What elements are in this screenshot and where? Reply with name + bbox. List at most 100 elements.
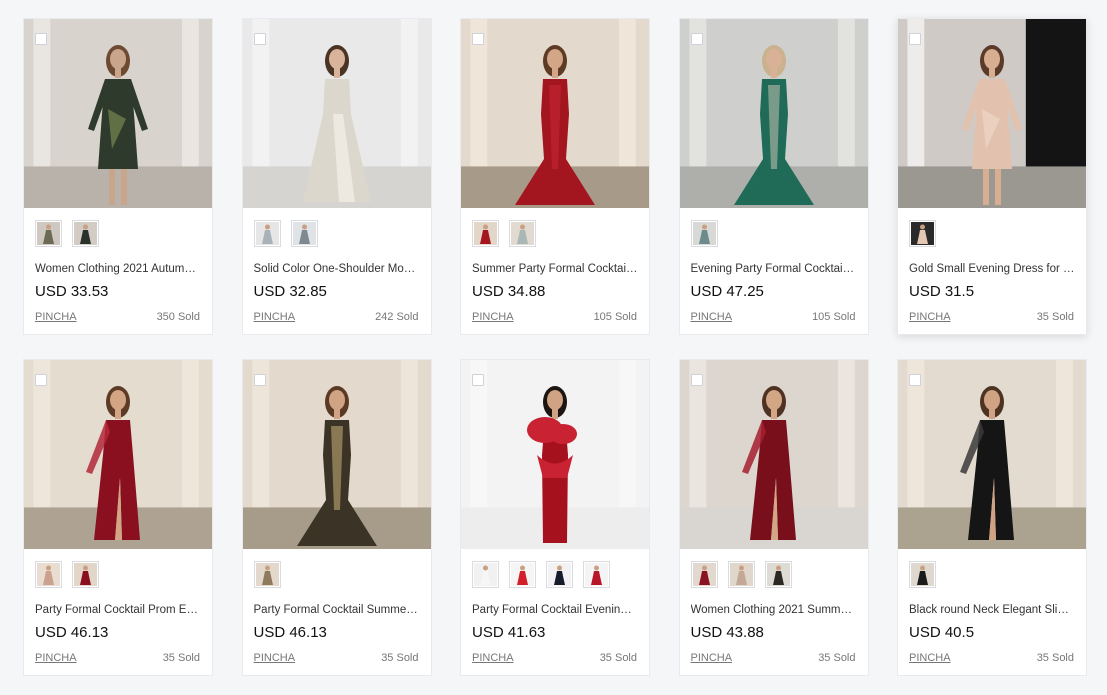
color-swatch[interactable] — [727, 561, 755, 590]
color-swatches — [24, 549, 212, 589]
product-card[interactable]: Solid Color One-Shoulder Mop... USD 32.8… — [241, 18, 432, 335]
swatch-image — [37, 563, 60, 590]
color-swatch[interactable] — [253, 220, 281, 247]
checkbox-icon[interactable] — [35, 33, 47, 45]
product-price: USD 46.13 — [253, 624, 327, 641]
sold-count: 350 Sold — [156, 311, 200, 323]
checkbox-icon[interactable] — [35, 374, 47, 386]
color-swatch[interactable] — [509, 561, 536, 588]
product-card[interactable]: Evening Party Formal Cocktail D... USD 4… — [678, 18, 869, 335]
product-price: USD 34.88 — [472, 283, 546, 300]
color-swatch[interactable] — [690, 220, 718, 247]
product-card[interactable]: Women Clothing 2021 Autumn ... USD 33.53… — [23, 18, 213, 335]
product-image[interactable] — [898, 19, 1086, 208]
product-image[interactable] — [24, 360, 212, 549]
color-swatch[interactable] — [35, 561, 62, 588]
swatch-image — [511, 222, 534, 249]
color-swatch[interactable] — [764, 561, 792, 590]
store-link[interactable]: PINCHA — [909, 311, 951, 324]
product-title[interactable]: Women Clothing 2021 Summer... — [691, 603, 857, 617]
color-swatch[interactable] — [909, 220, 936, 247]
sold-count: 35 Sold — [162, 652, 200, 664]
product-title[interactable]: Black round Neck Elegant Slim ... — [909, 603, 1075, 617]
color-swatch[interactable] — [472, 561, 499, 588]
store-link[interactable]: PINCHA — [472, 652, 514, 665]
store-link[interactable]: PINCHA — [254, 652, 296, 665]
color-swatches — [243, 549, 431, 589]
color-swatches — [898, 208, 1086, 248]
product-image[interactable] — [461, 19, 649, 208]
color-swatch[interactable] — [546, 561, 573, 588]
color-swatch[interactable] — [72, 220, 99, 247]
product-card[interactable]: Women Clothing 2021 Summer... USD 43.88 … — [678, 359, 869, 676]
checkbox-icon[interactable] — [253, 33, 266, 45]
checkbox-icon[interactable] — [253, 374, 266, 386]
color-swatch[interactable] — [472, 220, 499, 247]
color-swatch[interactable] — [72, 561, 99, 588]
sold-count: 242 Sold — [375, 311, 419, 323]
product-image[interactable] — [679, 19, 868, 208]
store-link[interactable]: PINCHA — [691, 311, 733, 324]
swatch-image — [766, 563, 790, 590]
checkbox-icon[interactable] — [472, 33, 484, 45]
checkbox-icon[interactable] — [472, 374, 484, 386]
checkbox-icon[interactable] — [690, 33, 703, 45]
card-footer: PINCHA 35 Sold — [35, 652, 200, 665]
product-card[interactable]: Party Formal Cocktail Summer ... USD 46.… — [241, 359, 432, 676]
sold-count: 35 Sold — [599, 652, 637, 664]
product-price: USD 33.53 — [35, 283, 109, 300]
product-card[interactable]: Party Formal Cocktail Evening D... USD 4… — [460, 359, 650, 676]
store-link[interactable]: PINCHA — [35, 311, 77, 324]
card-footer: PINCHA 105 Sold — [472, 311, 637, 324]
swatch-image — [37, 222, 60, 249]
color-swatch[interactable] — [253, 561, 281, 590]
store-link[interactable]: PINCHA — [472, 311, 514, 324]
card-footer: PINCHA 35 Sold — [909, 652, 1074, 665]
color-swatch[interactable] — [509, 220, 536, 247]
product-image[interactable] — [679, 360, 868, 549]
product-title[interactable]: Party Formal Cocktail Summer ... — [254, 603, 420, 617]
product-card[interactable]: Party Formal Cocktail Prom Eve... USD 46… — [23, 359, 213, 676]
product-card[interactable]: Summer Party Formal Cocktail ... USD 34.… — [460, 18, 650, 335]
store-link[interactable]: PINCHA — [254, 311, 296, 324]
swatch-image — [292, 222, 316, 249]
color-swatch[interactable] — [35, 220, 62, 247]
product-image[interactable] — [242, 360, 431, 549]
product-title[interactable]: Women Clothing 2021 Autumn ... — [35, 262, 201, 276]
color-swatches — [898, 549, 1086, 589]
product-price: USD 32.85 — [253, 283, 327, 300]
product-image[interactable] — [242, 19, 431, 208]
product-title[interactable]: Summer Party Formal Cocktail ... — [472, 262, 638, 276]
product-image[interactable] — [24, 19, 212, 208]
product-title[interactable]: Party Formal Cocktail Evening D... — [472, 603, 638, 617]
color-swatches — [24, 208, 212, 248]
color-swatches — [461, 549, 649, 589]
swatch-image — [585, 563, 608, 590]
swatch-image — [474, 222, 497, 249]
product-title[interactable]: Gold Small Evening Dress for W... — [909, 262, 1075, 276]
store-link[interactable]: PINCHA — [35, 652, 77, 665]
color-swatch[interactable] — [583, 561, 610, 588]
store-link[interactable]: PINCHA — [691, 652, 733, 665]
product-title[interactable]: Evening Party Formal Cocktail D... — [691, 262, 857, 276]
color-swatch[interactable] — [909, 561, 936, 588]
checkbox-icon[interactable] — [909, 33, 921, 45]
swatch-image — [911, 222, 934, 249]
checkbox-icon[interactable] — [909, 374, 921, 386]
swatch-image — [911, 563, 934, 590]
product-title[interactable]: Party Formal Cocktail Prom Eve... — [35, 603, 201, 617]
sold-count: 35 Sold — [1036, 652, 1074, 664]
color-swatch[interactable] — [690, 561, 718, 588]
swatch-image — [255, 563, 279, 590]
product-title[interactable]: Solid Color One-Shoulder Mop... — [254, 262, 420, 276]
checkbox-icon[interactable] — [690, 374, 703, 386]
product-card[interactable]: Gold Small Evening Dress for W... USD 31… — [897, 18, 1087, 335]
store-link[interactable]: PINCHA — [909, 652, 951, 665]
product-card[interactable]: Black round Neck Elegant Slim ... USD 40… — [897, 359, 1087, 676]
product-image[interactable] — [461, 360, 649, 549]
card-footer: PINCHA 35 Sold — [254, 652, 419, 665]
color-swatch[interactable] — [290, 220, 318, 249]
product-image[interactable] — [898, 360, 1086, 549]
swatch-image — [729, 563, 753, 590]
product-price: USD 31.5 — [909, 283, 975, 300]
